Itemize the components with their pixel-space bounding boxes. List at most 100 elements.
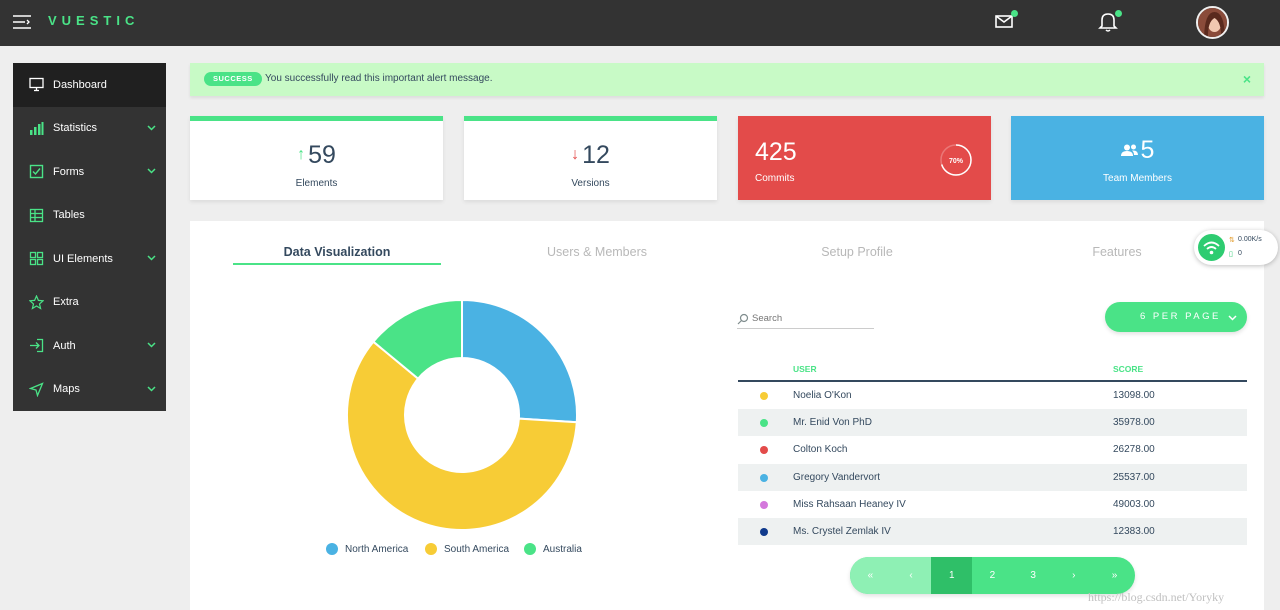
- last-page-button[interactable]: »: [1094, 557, 1135, 594]
- user-score: 49003.00: [1113, 498, 1155, 510]
- user-score: 35978.00: [1113, 417, 1155, 429]
- chevron-down-icon: [1228, 315, 1237, 321]
- users-table: USER SCORE Noelia O'Kon 13098.00 Mr. Enid …: [738, 361, 1247, 546]
- search-field: [737, 311, 874, 329]
- status-dot: [760, 500, 768, 509]
- checkbox-icon: [29, 165, 44, 179]
- success-badge: SUCCESS: [204, 72, 262, 86]
- legend-label: South America: [444, 543, 510, 555]
- sidebar-item-maps[interactable]: Maps: [13, 368, 166, 412]
- stat-card-elements: ↑ 59 Elements: [190, 116, 443, 200]
- table-row[interactable]: Miss Rahsaan Heaney IV 49003.00: [738, 491, 1247, 518]
- user-score: 25537.00: [1113, 471, 1155, 483]
- dashboard-tabs-panel: Data Visualization Users & Members Setup…: [190, 221, 1264, 610]
- sidebar-item-tables[interactable]: Tables: [13, 194, 166, 238]
- user-score: 26278.00: [1113, 444, 1155, 456]
- per-page-label: 6 PER PAGE: [1140, 311, 1221, 322]
- stat-label: Versions: [571, 178, 610, 189]
- sidebar-item-extra[interactable]: Extra: [13, 281, 166, 325]
- sidebar-item-label: Dashboard: [53, 78, 107, 91]
- monitor-icon: [29, 78, 44, 92]
- wifi-icon: [1198, 234, 1225, 261]
- sidebar-item-label: UI Elements: [53, 252, 113, 265]
- legend-label: Australia: [543, 543, 582, 555]
- tab-setup-profile[interactable]: Setup Profile: [753, 245, 961, 259]
- user-name: Gregory Vandervort: [793, 471, 881, 483]
- table-row[interactable]: Mr. Enid Von PhD 35978.00: [738, 409, 1247, 437]
- sidebar: Dashboard Statistics Forms Tables UI Ele…: [13, 63, 166, 411]
- table-body: Noelia O'Kon 13098.00 Mr. Enid Von PhD 3597…: [738, 382, 1247, 546]
- tab-features[interactable]: Features: [1013, 245, 1221, 259]
- page-3-button[interactable]: 3: [1013, 557, 1054, 594]
- app-logo[interactable]: VUESTIC: [48, 13, 139, 28]
- table-row[interactable]: Colton Koch 26278.00: [738, 436, 1247, 463]
- active-tab-underline: [233, 263, 441, 265]
- column-header-score[interactable]: SCORE: [1113, 364, 1143, 374]
- stat-value: 12: [582, 141, 610, 169]
- stat-card-versions: ↓ 12 Versions: [464, 116, 717, 200]
- per-page-select[interactable]: 6 PER PAGE: [1105, 302, 1247, 332]
- sidebar-item-auth[interactable]: Auth: [13, 324, 166, 368]
- status-dot: [760, 419, 768, 428]
- table-row[interactable]: Gregory Vandervort 25537.00: [738, 463, 1247, 491]
- stat-card-team-members: 5 Team Members: [1011, 116, 1264, 200]
- stat-value: 5: [1140, 136, 1155, 164]
- legend-item: North America: [326, 543, 408, 555]
- status-dot: [760, 527, 768, 536]
- progress-text: 70%: [949, 158, 964, 165]
- success-alert: SUCCESS You successfully read this impor…: [190, 63, 1264, 96]
- legend-swatch: [524, 543, 536, 555]
- tab-data-visualization[interactable]: Data Visualization: [233, 245, 441, 259]
- grid-icon: [29, 252, 44, 266]
- messages-button[interactable]: [994, 10, 1018, 33]
- page-1-button[interactable]: 1: [931, 557, 973, 594]
- menu-toggle-icon[interactable]: [12, 13, 32, 31]
- sidebar-item-label: Auth: [53, 339, 76, 352]
- user-name: Miss Rahsaan Heaney IV: [793, 498, 906, 510]
- chevron-down-icon: [147, 168, 156, 174]
- next-page-button[interactable]: ›: [1053, 557, 1094, 594]
- prev-page-button[interactable]: ‹: [890, 557, 932, 594]
- sidebar-item-ui-elements[interactable]: UI Elements: [13, 237, 166, 281]
- user-name: Noelia O'Kon: [793, 390, 852, 401]
- chevron-down-icon: [147, 124, 156, 131]
- status-dot: [760, 473, 768, 482]
- user-avatar[interactable]: [1196, 6, 1229, 39]
- pagination: «‹ 1 2 3 ›»: [850, 557, 1135, 594]
- sidebar-item-label: Forms: [53, 165, 85, 178]
- user-name: Ms. Crystel Zemlak IV: [793, 525, 891, 537]
- sidebar-item-dashboard[interactable]: Dashboard: [13, 63, 166, 107]
- table-row[interactable]: Noelia O'Kon 13098.00: [738, 382, 1247, 409]
- user-name: Colton Koch: [793, 444, 848, 456]
- notifications-button[interactable]: [1098, 10, 1122, 33]
- stat-label: Elements: [295, 178, 338, 189]
- tab-users-members[interactable]: Users & Members: [493, 245, 701, 259]
- table-row[interactable]: Ms. Crystel Zemlak IV 12383.00: [738, 517, 1247, 546]
- close-icon[interactable]: ×: [1243, 71, 1251, 87]
- sidebar-item-label: Maps: [53, 383, 80, 396]
- donut-slice-north-america[interactable]: [461, 298, 578, 424]
- table-header: USER SCORE: [738, 361, 1247, 382]
- user-score: 13098.00: [1113, 390, 1155, 401]
- stat-label: Team Members: [1103, 173, 1172, 184]
- users-icon: [1120, 144, 1138, 156]
- network-speed-widget[interactable]: ⇅ 0.00K/s ▯ 0: [1194, 230, 1278, 265]
- navigation-icon: [29, 382, 44, 397]
- column-header-user[interactable]: USER: [793, 364, 817, 374]
- sidebar-item-statistics[interactable]: Statistics: [13, 107, 166, 151]
- donut-chart: [346, 298, 578, 531]
- legend-swatch: [425, 543, 437, 555]
- notification-dot: [1115, 10, 1122, 17]
- stat-value: 59: [308, 141, 336, 169]
- network-speed: 0.00K/s: [1238, 236, 1262, 243]
- table-icon: [29, 208, 44, 222]
- arrow-up-icon: ↑: [297, 146, 306, 163]
- page-2-button[interactable]: 2: [972, 557, 1013, 594]
- search-input[interactable]: [752, 313, 870, 324]
- first-page-button[interactable]: «: [850, 557, 891, 594]
- notification-dot: [1011, 10, 1018, 17]
- legend-swatch: [326, 543, 338, 555]
- legend-item: South America: [425, 543, 509, 555]
- network-count: 0: [1238, 250, 1242, 257]
- sidebar-item-forms[interactable]: Forms: [13, 150, 166, 194]
